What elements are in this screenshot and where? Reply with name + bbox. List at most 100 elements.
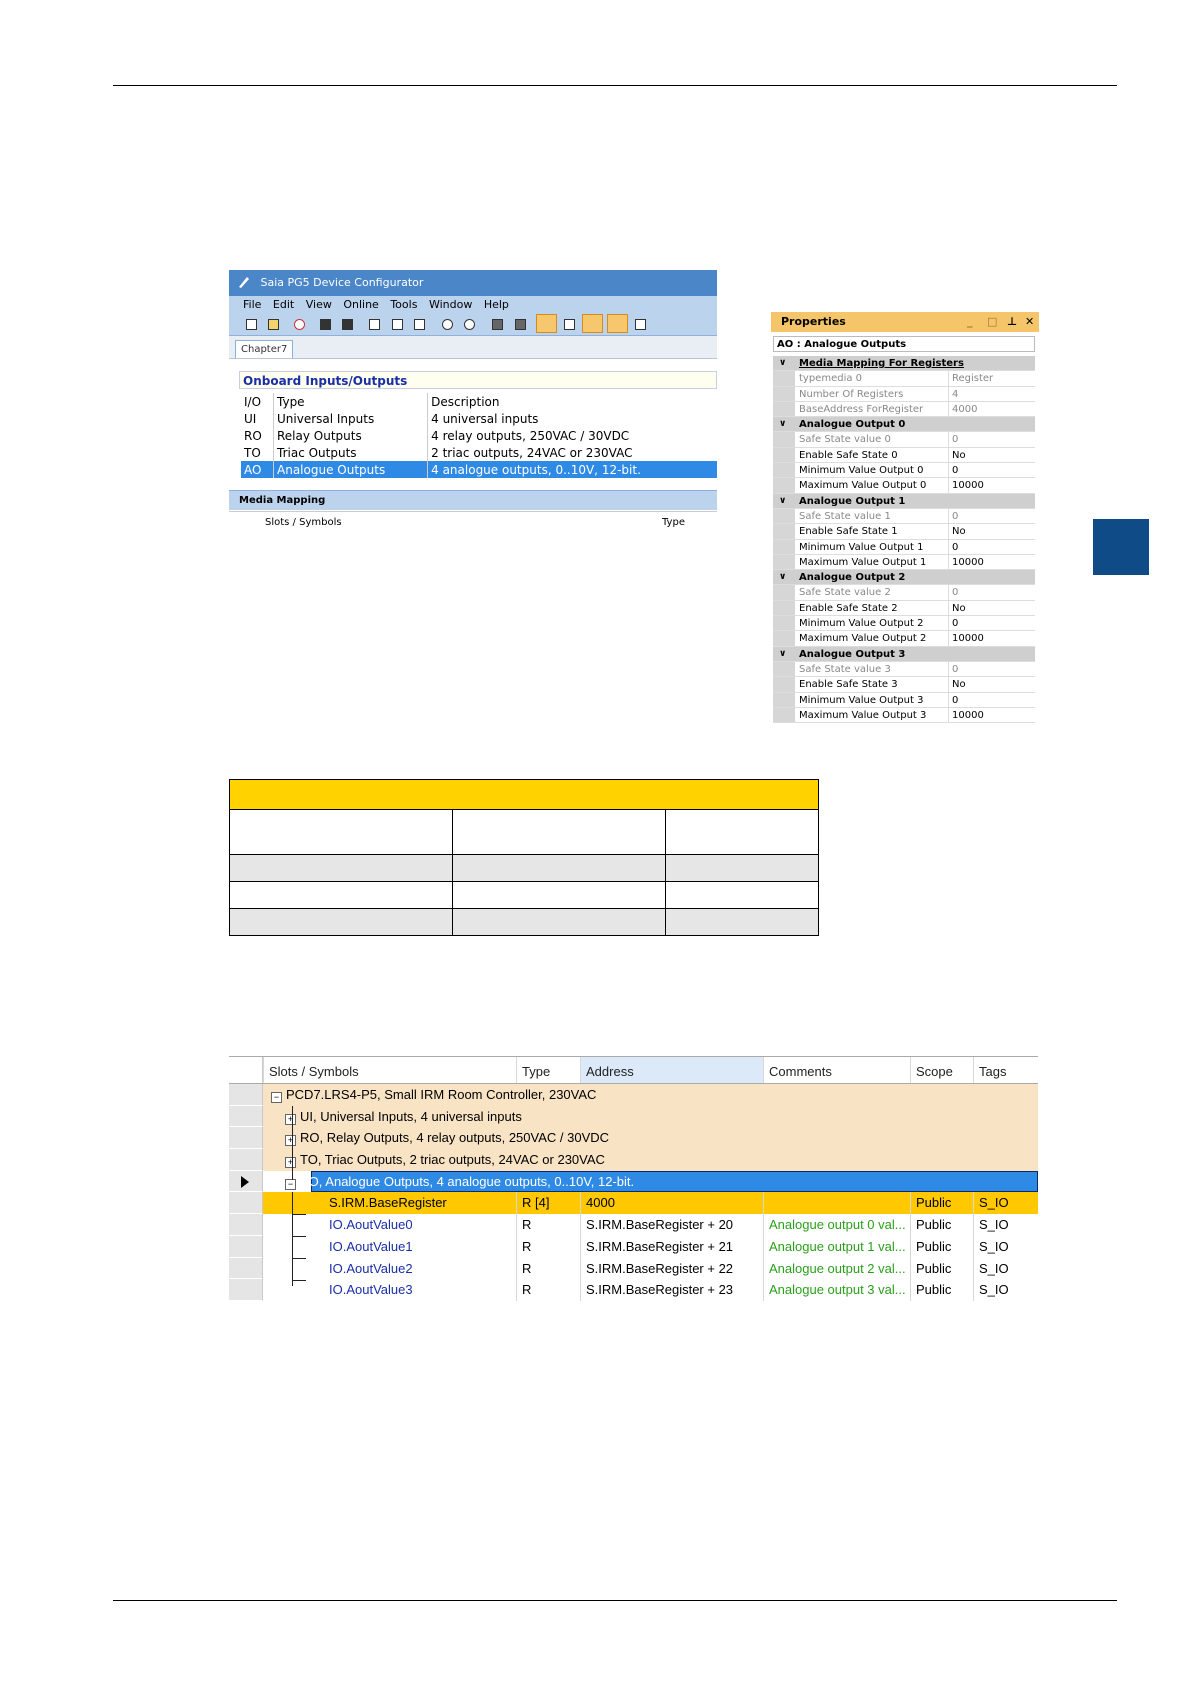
- property-category[interactable]: ∨ Analogue Output 2: [773, 570, 1035, 586]
- table-row[interactable]: UI Universal Inputs 4 universal inputs: [241, 410, 717, 427]
- property-value[interactable]: No: [948, 447, 1035, 463]
- property-row[interactable]: Maximum Value Output 3 10000: [773, 707, 1035, 724]
- close-icon[interactable]: ✕: [1025, 312, 1034, 332]
- property-value[interactable]: 4: [948, 386, 1035, 401]
- property-value[interactable]: 0: [948, 463, 1035, 478]
- menu-window[interactable]: Window: [429, 298, 472, 311]
- menu-tools[interactable]: Tools: [390, 298, 417, 311]
- symbols-view-icon[interactable]: [632, 316, 647, 331]
- table-row[interactable]: RO Relay Outputs 4 relay outputs, 250VAC…: [241, 427, 717, 444]
- symbol-row[interactable]: IO.AoutValue0 R S.IRM.BaseRegister + 20 …: [229, 1214, 1038, 1236]
- pin-icon[interactable]: ⊥: [1007, 312, 1017, 332]
- property-value[interactable]: 0: [948, 661, 1035, 677]
- table-row-selected[interactable]: AO Analogue Outputs 4 analogue outputs, …: [241, 461, 717, 478]
- property-row[interactable]: Enable Safe State 2 No: [773, 600, 1035, 617]
- row-selector[interactable]: [229, 1192, 263, 1215]
- redo-icon[interactable]: [461, 316, 476, 331]
- property-category[interactable]: ∨ Media Mapping For Registers: [773, 356, 1035, 372]
- list-view-icon[interactable]: [561, 316, 576, 331]
- tree-group-row[interactable]: + RO, Relay Outputs, 4 relay outputs, 250…: [229, 1127, 1038, 1150]
- column-header-address[interactable]: Address: [580, 1057, 763, 1083]
- selected-object-field[interactable]: AO : Analogue Outputs: [773, 336, 1035, 352]
- property-row[interactable]: Enable Safe State 3 No: [773, 677, 1035, 693]
- media-view-icon[interactable]: [607, 314, 628, 333]
- chevron-down-icon[interactable]: ∨: [779, 570, 786, 585]
- menu-edit[interactable]: Edit: [273, 298, 294, 311]
- property-row[interactable]: Enable Safe State 0 No: [773, 447, 1035, 464]
- property-value[interactable]: 10000: [948, 707, 1035, 723]
- tree-group-row[interactable]: + TO, Triac Outputs, 2 triac outputs, 24V…: [229, 1149, 1038, 1171]
- undo-icon[interactable]: [439, 316, 454, 331]
- property-row[interactable]: Minimum Value Output 2 0: [773, 616, 1035, 632]
- cut-icon[interactable]: [366, 316, 381, 331]
- chapter-side-tab[interactable]: [1093, 519, 1149, 575]
- paste-icon[interactable]: [411, 316, 426, 331]
- menu-help[interactable]: Help: [484, 298, 509, 311]
- property-row[interactable]: Minimum Value Output 1 0: [773, 539, 1035, 555]
- row-selector[interactable]: [229, 1235, 263, 1258]
- chevron-down-icon[interactable]: ∨: [779, 647, 786, 662]
- property-value[interactable]: 10000: [948, 631, 1035, 646]
- chevron-down-icon[interactable]: ∨: [779, 356, 786, 371]
- row-selector[interactable]: [229, 1257, 263, 1280]
- symbol-row[interactable]: IO.AoutValue1 R S.IRM.BaseRegister + 21 …: [229, 1235, 1038, 1258]
- property-value[interactable]: No: [948, 677, 1035, 692]
- property-row[interactable]: Number Of Registers 4: [773, 386, 1035, 402]
- row-selector[interactable]: [229, 1149, 263, 1171]
- property-category[interactable]: ∨ Analogue Output 1: [773, 493, 1035, 509]
- property-value[interactable]: Register: [948, 371, 1035, 386]
- property-row[interactable]: Maximum Value Output 1 10000: [773, 554, 1035, 571]
- menu-online[interactable]: Online: [343, 298, 378, 311]
- minimize-icon[interactable]: _: [967, 312, 973, 332]
- property-row[interactable]: typemedia 0 Register: [773, 371, 1035, 387]
- property-row[interactable]: Safe State value 3 0: [773, 661, 1035, 678]
- save-icon[interactable]: [317, 316, 332, 331]
- property-value[interactable]: 0: [948, 616, 1035, 631]
- symbol-row[interactable]: S.IRM.BaseRegister R [4] 4000 Public S_I…: [229, 1192, 1038, 1215]
- property-value[interactable]: 0: [948, 585, 1035, 600]
- row-selector[interactable]: [229, 1279, 263, 1301]
- copy-icon[interactable]: [389, 316, 404, 331]
- expand-icon[interactable]: +: [285, 1135, 296, 1147]
- symbol-row[interactable]: IO.AoutValue3 R S.IRM.BaseRegister + 23 …: [229, 1279, 1038, 1301]
- tree-root-row[interactable]: − PCD7.LRS4-P5, Small IRM Room Controller…: [229, 1084, 1038, 1106]
- property-value[interactable]: 10000: [948, 554, 1035, 570]
- property-value[interactable]: No: [948, 600, 1035, 616]
- expand-icon[interactable]: +: [285, 1157, 296, 1169]
- menu-file[interactable]: File: [243, 298, 261, 311]
- row-selector[interactable]: [229, 1105, 263, 1128]
- collapse-icon[interactable]: −: [285, 1178, 296, 1190]
- property-category[interactable]: ∨ Analogue Output 3: [773, 646, 1035, 662]
- new-file-icon[interactable]: [243, 316, 258, 331]
- column-header-slots[interactable]: Slots / Symbols: [263, 1057, 516, 1083]
- property-row[interactable]: Enable Safe State 1 No: [773, 524, 1035, 540]
- property-value[interactable]: No: [948, 524, 1035, 539]
- properties-view-icon[interactable]: [582, 314, 603, 333]
- property-row[interactable]: Minimum Value Output 3 0: [773, 692, 1035, 708]
- tree-group-row[interactable]: + UI, Universal Inputs, 4 universal input…: [229, 1105, 1038, 1128]
- maximize-icon[interactable]: □: [987, 312, 997, 332]
- menu-view[interactable]: View: [306, 298, 332, 311]
- row-selector[interactable]: [229, 1214, 263, 1236]
- device-view-icon[interactable]: [536, 314, 557, 333]
- property-row[interactable]: Safe State value 2 0: [773, 585, 1035, 601]
- upload-icon[interactable]: [512, 316, 527, 331]
- property-value[interactable]: 10000: [948, 478, 1035, 493]
- column-header-type[interactable]: Type: [516, 1057, 580, 1083]
- property-value[interactable]: 0: [948, 539, 1035, 554]
- property-row[interactable]: Maximum Value Output 0 10000: [773, 478, 1035, 494]
- table-row[interactable]: TO Triac Outputs 2 triac outputs, 24VAC …: [241, 444, 717, 461]
- expand-icon[interactable]: +: [285, 1113, 296, 1125]
- property-row[interactable]: Safe State value 1 0: [773, 508, 1035, 525]
- column-header-tags[interactable]: Tags: [973, 1057, 1038, 1083]
- property-value[interactable]: 0: [948, 508, 1035, 524]
- symbol-row[interactable]: IO.AoutValue2 R S.IRM.BaseRegister + 22 …: [229, 1257, 1038, 1280]
- property-row[interactable]: Safe State value 0 0: [773, 432, 1035, 448]
- tree-group-row-selected[interactable]: − AO, Analogue Outputs, 4 analogue output…: [229, 1170, 1038, 1193]
- refresh-icon[interactable]: [291, 316, 306, 331]
- tab-chapter7[interactable]: Chapter7: [235, 340, 294, 358]
- collapse-icon[interactable]: −: [271, 1092, 282, 1103]
- property-value[interactable]: 4000: [948, 401, 1035, 417]
- column-header-comments[interactable]: Comments: [763, 1057, 910, 1083]
- property-value[interactable]: 0: [948, 432, 1035, 447]
